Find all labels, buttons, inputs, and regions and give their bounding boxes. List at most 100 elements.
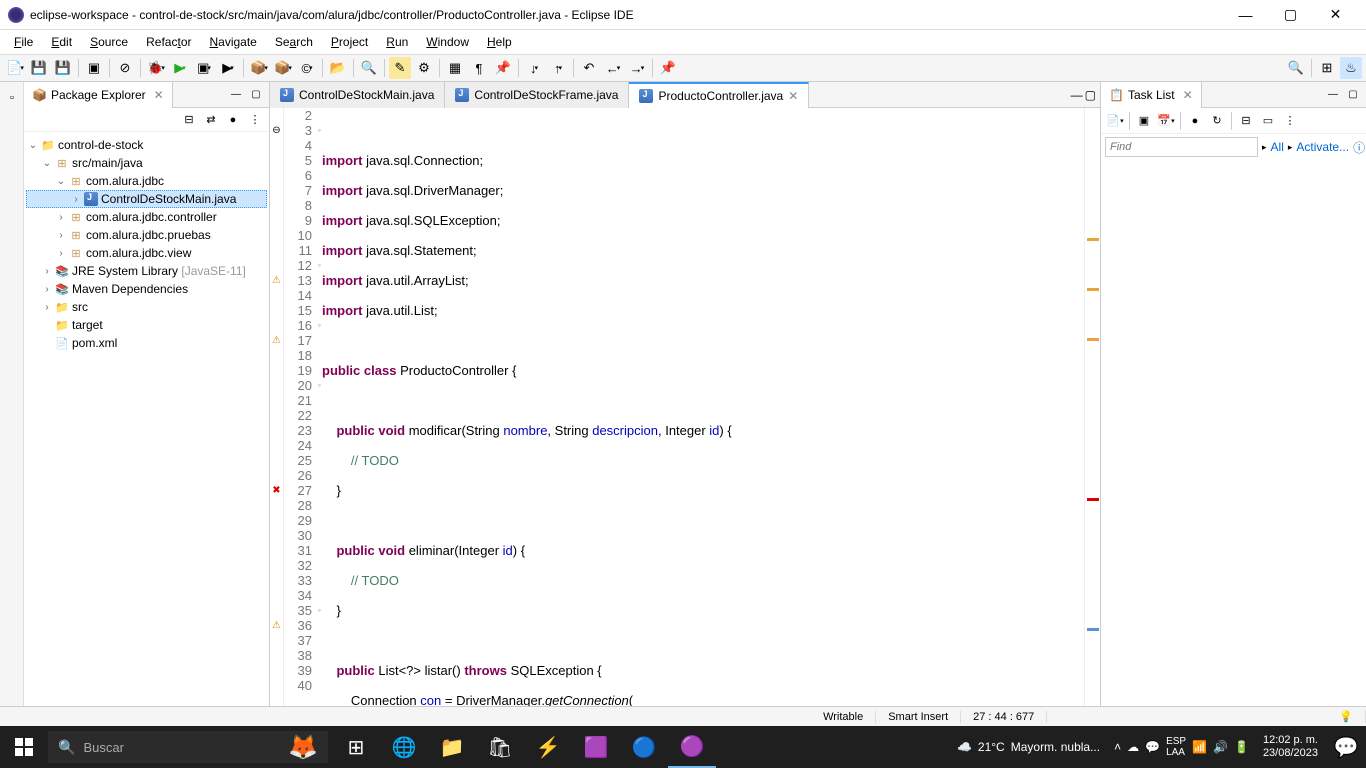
menu-file[interactable]: File [6, 33, 41, 51]
menu-source[interactable]: Source [82, 33, 136, 51]
save-all-button[interactable]: 💾 [52, 57, 74, 79]
tray-up-icon[interactable]: ˄ [1114, 740, 1121, 754]
run-button[interactable]: ▶▾ [169, 57, 191, 79]
tree-pkg-controller[interactable]: ›⊞com.alura.jdbc.controller [26, 208, 267, 226]
tree-target[interactable]: 📁target [26, 316, 267, 334]
tree-maven[interactable]: ›📚Maven Dependencies [26, 280, 267, 298]
tree-file-main[interactable]: ›ControlDeStockMain.java [26, 190, 267, 208]
menu-refactor[interactable]: Refactor [138, 33, 199, 51]
taskview-button[interactable]: ⊞ [332, 726, 380, 768]
collapse-all-button[interactable]: ⊟ [179, 110, 199, 130]
next-annotation-button[interactable]: ↓▾ [523, 57, 545, 79]
code-editor[interactable]: ⊖ ⚠ ⚠ ✖ ⚠ 23456789 101112131415 16171819… [270, 108, 1100, 706]
notifications-button[interactable]: 💬 [1326, 726, 1366, 768]
collapse-button[interactable]: ⊟ [1236, 111, 1256, 131]
status-tip-icon[interactable]: 💡 [1327, 710, 1366, 723]
explorer-app[interactable]: 📁 [428, 726, 476, 768]
tree-jre[interactable]: ›📚JRE System Library [JavaSE-11] [26, 262, 267, 280]
tree-pkg-view[interactable]: ›⊞com.alura.jdbc.view [26, 244, 267, 262]
menu-run[interactable]: Run [378, 33, 416, 51]
minimize-view-button[interactable]: — [227, 86, 245, 104]
edge-app[interactable]: 🌐 [380, 726, 428, 768]
skip-breakpoints-button[interactable]: ⊘ [114, 57, 136, 79]
editor-tab-main[interactable]: ControlDeStockMain.java [270, 82, 445, 108]
menu-project[interactable]: Project [323, 33, 376, 51]
close-icon[interactable]: ✕ [154, 88, 164, 102]
focus-button[interactable]: ● [1185, 111, 1205, 131]
menu-search[interactable]: Search [267, 33, 321, 51]
tray-meet-icon[interactable]: 💬 [1145, 740, 1160, 754]
maximize-view-button[interactable]: ▢ [1344, 86, 1362, 104]
sync-button[interactable]: ↻ [1207, 111, 1227, 131]
link-editor-button[interactable]: ⇄ [201, 110, 221, 130]
windows-start-button[interactable] [0, 726, 48, 768]
taskbar-clock[interactable]: 12:02 p. m. 23/08/2023 [1255, 734, 1326, 760]
editor-tab-frame[interactable]: ControlDeStockFrame.java [445, 82, 629, 108]
task-list-tab[interactable]: 📋 Task List ✕ [1101, 82, 1202, 108]
new-java-button[interactable]: 📦▾ [248, 57, 270, 79]
chrome-app[interactable]: 🔵 [620, 726, 668, 768]
task-find-input[interactable] [1105, 137, 1258, 157]
all-dropdown-icon[interactable]: ▸ [1288, 142, 1293, 153]
prev-annotation-button[interactable]: ↑▾ [547, 57, 569, 79]
find-dropdown-icon[interactable]: ▸ [1262, 142, 1267, 153]
forward-button[interactable]: →▾ [626, 57, 648, 79]
tray-battery-icon[interactable]: 🔋 [1234, 740, 1249, 754]
package-explorer-tab[interactable]: 📦 Package Explorer ✕ [24, 82, 173, 108]
pin-button[interactable]: 📌 [492, 57, 514, 79]
minimize-view-button[interactable]: — [1324, 86, 1342, 104]
view-menu-button[interactable]: ⋮ [245, 110, 265, 130]
schedule-button[interactable]: 📅▾ [1156, 111, 1176, 131]
editor-tab-producto[interactable]: ProductoController.java ✕ [629, 82, 809, 108]
java-perspective-button[interactable]: ♨ [1340, 57, 1362, 79]
overview-ruler[interactable] [1084, 108, 1100, 706]
intellij-app[interactable]: 🟪 [572, 726, 620, 768]
minimize-button[interactable]: — [1223, 0, 1268, 30]
activate-link[interactable]: Activate... [1296, 140, 1349, 154]
close-icon[interactable]: ✕ [1183, 88, 1193, 102]
focus-task-button[interactable]: ● [223, 110, 243, 130]
taskbar-search[interactable]: 🔍 Buscar 🦊 [48, 731, 328, 763]
quick-access-button[interactable]: 🔍 [1285, 57, 1307, 79]
open-perspective-button[interactable]: ⊞ [1316, 57, 1338, 79]
tray-volume-icon[interactable]: 🔊 [1213, 740, 1228, 754]
tree-pkg-jdbc[interactable]: ⌄⊞com.alura.jdbc [26, 172, 267, 190]
tray-lang-icon[interactable]: ESPLAA [1166, 736, 1186, 758]
new-button[interactable]: 📄▾ [4, 57, 26, 79]
terminal-button[interactable]: ▣ [83, 57, 105, 79]
new-class-button[interactable]: ©▾ [296, 57, 318, 79]
show-whitespace-button[interactable]: ¶ [468, 57, 490, 79]
menu-help[interactable]: Help [479, 33, 520, 51]
toggle-block-button[interactable]: ▦ [444, 57, 466, 79]
terminal-app[interactable]: ⚡ [524, 726, 572, 768]
all-link[interactable]: All [1271, 140, 1284, 154]
restore-view-icon[interactable]: ▫ [0, 86, 24, 110]
minimize-editor-button[interactable]: — [1071, 88, 1083, 102]
tree-pom[interactable]: 📄pom.xml [26, 334, 267, 352]
search-button[interactable]: 🔍 [358, 57, 380, 79]
open-type-button[interactable]: 📂 [327, 57, 349, 79]
help-icon[interactable]: ⓘ [1353, 139, 1365, 156]
view-menu-button[interactable]: ⋮ [1280, 111, 1300, 131]
package-tree[interactable]: ⌄📁control-de-stock ⌄⊞src/main/java ⌄⊞com… [24, 132, 269, 706]
store-app[interactable]: 🛍 [476, 726, 524, 768]
tree-srcmain[interactable]: ⌄⊞src/main/java [26, 154, 267, 172]
eclipse-app[interactable]: 🟣 [668, 726, 716, 768]
coverage-button[interactable]: ▣▾ [193, 57, 215, 79]
weather-widget[interactable]: ☁️ 21°C Mayorm. nubla... [949, 740, 1108, 754]
debug-button[interactable]: 🐞▾ [145, 57, 167, 79]
tree-pkg-pruebas[interactable]: ›⊞com.alura.jdbc.pruebas [26, 226, 267, 244]
run-last-button[interactable]: ▶▾ [217, 57, 239, 79]
last-edit-button[interactable]: ↶ [578, 57, 600, 79]
menu-navigate[interactable]: Navigate [201, 33, 264, 51]
close-icon[interactable]: ✕ [788, 89, 798, 103]
menu-window[interactable]: Window [418, 33, 477, 51]
pin-editor-button[interactable]: 📌 [657, 57, 679, 79]
hide-button[interactable]: ▭ [1258, 111, 1278, 131]
tray-wifi-icon[interactable]: 📶 [1192, 740, 1207, 754]
build-button[interactable]: ⚙ [413, 57, 435, 79]
toggle-mark-button[interactable]: ✎ [389, 57, 411, 79]
new-task-button[interactable]: 📄▾ [1105, 111, 1125, 131]
tree-src[interactable]: ›📁src [26, 298, 267, 316]
tree-project[interactable]: ⌄📁control-de-stock [26, 136, 267, 154]
